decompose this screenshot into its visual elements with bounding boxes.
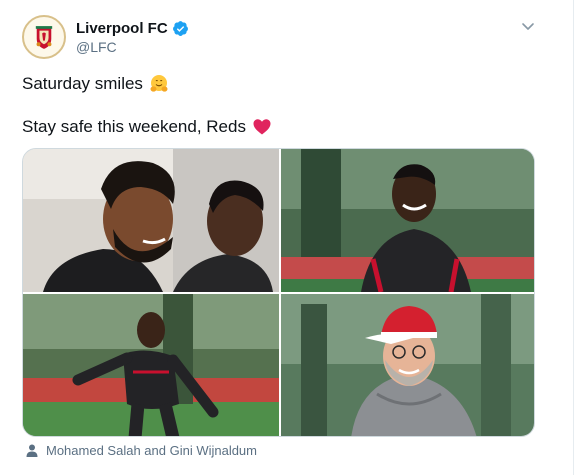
author-name-row[interactable]: Liverpool FC	[76, 20, 189, 37]
photo-klopp-cap[interactable]	[281, 294, 534, 436]
media-grid	[22, 148, 535, 437]
author-handle[interactable]: @LFC	[76, 39, 117, 55]
lfc-crest-icon	[25, 18, 63, 56]
tagged-people-row[interactable]: Mohamed Salah and Gini Wijnaldum	[26, 443, 257, 458]
tweet-text-line: Saturday smiles	[22, 74, 169, 94]
photo-mane-running[interactable]	[23, 294, 279, 436]
verified-badge-icon	[172, 20, 189, 37]
red-heart-emoji-icon	[252, 117, 272, 137]
display-name[interactable]: Liverpool FC	[76, 20, 168, 37]
timeline-divider	[573, 0, 574, 475]
tagged-people-text[interactable]: Mohamed Salah and Gini Wijnaldum	[46, 443, 257, 458]
tweet-card[interactable]: Liverpool FC @LFC Saturday smiles Stay s…	[0, 0, 577, 475]
avatar[interactable]	[22, 15, 66, 59]
hugging-face-emoji-icon	[149, 74, 169, 94]
tweet-text: Stay safe this weekend, Reds	[22, 117, 246, 136]
photo-wijnaldum-smiling[interactable]	[281, 149, 534, 292]
person-icon	[26, 444, 38, 457]
tweet-text-line: Stay safe this weekend, Reds	[22, 117, 272, 137]
photo-salah-wijnaldum[interactable]	[23, 149, 279, 292]
chevron-down-icon[interactable]	[520, 18, 536, 34]
tweet-text: Saturday smiles	[22, 74, 143, 93]
